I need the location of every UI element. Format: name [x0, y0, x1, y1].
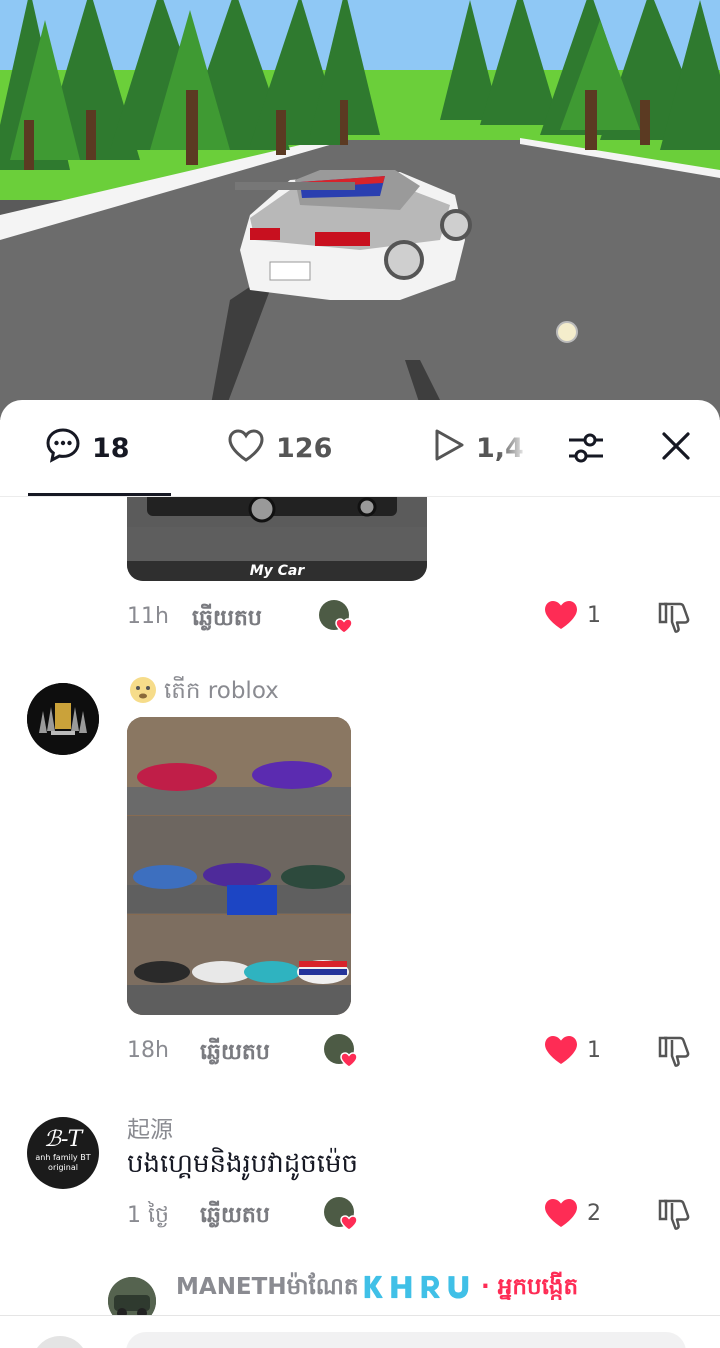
video-player[interactable] [0, 0, 720, 420]
creator-tag: · អ្នកបង្កើត [473, 1274, 579, 1300]
sheet-tab-bar: 18 126 1,4 [0, 400, 720, 497]
avatar-subtext-2: original [48, 1163, 78, 1172]
car-collage-image [127, 717, 351, 1015]
heart-filled-icon [545, 601, 577, 629]
comment-input[interactable] [126, 1332, 686, 1348]
heart-filled-icon [545, 1036, 577, 1064]
heart-filled-icon [545, 1199, 577, 1227]
reply-avatar[interactable] [108, 1277, 156, 1315]
sliders-icon [569, 433, 603, 463]
heart-outline-icon [226, 427, 266, 470]
creator-liked-avatar [318, 599, 353, 634]
dislike-button[interactable] [658, 1197, 694, 1231]
plays-fade-overlay [498, 420, 528, 476]
like-button[interactable]: 2 [543, 1197, 601, 1229]
thumbs-down-icon [658, 1036, 690, 1067]
emoji-face-icon [128, 675, 158, 711]
thumbs-down-icon [658, 1199, 690, 1230]
comment-text: បងហ្គេមនិងរូបវាដូចម៉េច [127, 1149, 359, 1179]
avatar-text: ℬ-T [43, 1127, 83, 1152]
like-count: 1 [587, 602, 601, 628]
comment-image[interactable] [127, 717, 351, 1015]
dislike-button[interactable] [658, 1034, 694, 1068]
reply-button[interactable]: ឆ្លើយតប [200, 1201, 270, 1233]
tab-comments[interactable]: 18 [44, 400, 130, 496]
close-button[interactable] [656, 426, 696, 466]
reply-username[interactable]: MANETHម៉ាណែត🇰🇭🇷🇺 · អ្នកបង្កើត [176, 1273, 578, 1306]
comment-input-bar [0, 1315, 720, 1348]
comment-list[interactable]: My Car 11h ឆ្លើយតប 1 តេីក roblox 18h ឆ្ល… [0, 497, 720, 1315]
commenter-avatar[interactable] [27, 683, 99, 755]
commenter-username[interactable]: 起源 [127, 1110, 173, 1144]
comment-time: 1 ថ្ងៃ [127, 1203, 169, 1228]
like-count: 1 [587, 1037, 601, 1063]
comment-icon [44, 426, 82, 471]
play-icon [432, 427, 466, 470]
comments-count: 18 [92, 432, 130, 464]
image-caption: My Car [249, 563, 305, 579]
avatar-subtext: anh family BT [35, 1153, 91, 1162]
commenter-username[interactable]: តេីក roblox [128, 675, 279, 711]
tab-plays[interactable]: 1,4 [432, 400, 528, 496]
commenter-avatar[interactable]: ℬ-T anh family BT original [27, 1117, 99, 1189]
comment-image[interactable]: My Car [127, 497, 427, 581]
my-avatar [32, 1336, 88, 1348]
active-tab-indicator [28, 493, 171, 496]
game-scene-illustration [0, 0, 720, 420]
like-button[interactable]: 1 [543, 1034, 601, 1066]
close-icon [662, 432, 690, 460]
creator-liked-avatar [323, 1033, 358, 1068]
filter-settings-button[interactable] [566, 428, 606, 468]
creator-liked-avatar [323, 1196, 358, 1231]
reply-button[interactable]: ឆ្លើយតប [192, 604, 262, 636]
tab-likes[interactable]: 126 [226, 400, 332, 496]
comment-time: 18h [127, 1038, 169, 1063]
like-button[interactable]: 1 [543, 599, 601, 631]
thumbs-down-icon [658, 602, 690, 633]
comments-sheet: 18 126 1,4 [0, 400, 720, 1348]
like-count: 2 [587, 1200, 601, 1226]
reply-username-text: MANETHម៉ាណែត🇰🇭🇷🇺 [176, 1274, 474, 1300]
reply-button[interactable]: ឆ្លើយតប [200, 1038, 270, 1070]
dislike-button[interactable] [658, 600, 694, 634]
likes-count: 126 [276, 432, 333, 464]
comment-time: 11h [127, 604, 169, 629]
